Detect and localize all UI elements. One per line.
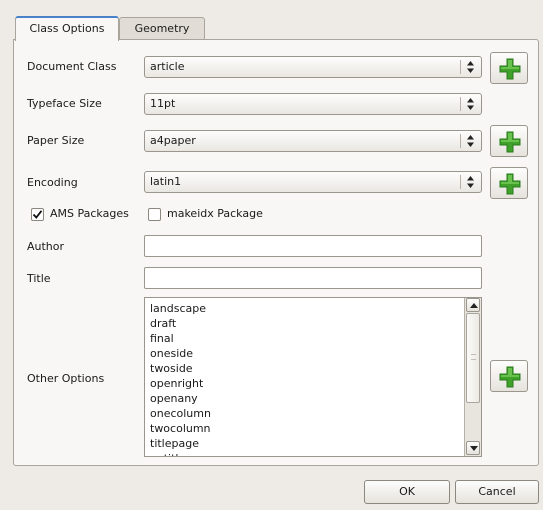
updown-arrows-icon bbox=[466, 61, 475, 73]
encoding-combo[interactable]: latin1 bbox=[144, 171, 482, 193]
updown-arrows-icon bbox=[466, 176, 475, 188]
document-class-value: article bbox=[150, 60, 185, 73]
list-item[interactable]: landscape bbox=[150, 301, 213, 316]
list-item[interactable]: draft bbox=[150, 316, 213, 331]
add-other-option-button[interactable] bbox=[490, 360, 528, 392]
makeidx-package-label: makeidx Package bbox=[167, 207, 263, 220]
add-encoding-button[interactable] bbox=[490, 167, 528, 199]
scroll-down-button[interactable] bbox=[466, 441, 480, 455]
ok-button[interactable]: OK bbox=[364, 480, 450, 504]
plus-icon bbox=[499, 58, 521, 80]
list-item[interactable]: onecolumn bbox=[150, 406, 213, 421]
arrow-down-icon bbox=[470, 446, 478, 451]
scrollbar-thumb[interactable] bbox=[466, 313, 480, 403]
ams-packages-label: AMS Packages bbox=[50, 207, 129, 220]
tab-geometry[interactable]: Geometry bbox=[119, 17, 205, 40]
list-item[interactable]: titlepage bbox=[150, 436, 213, 451]
author-field[interactable] bbox=[144, 235, 482, 257]
list-item[interactable]: notitlepage bbox=[150, 451, 213, 456]
cancel-button[interactable]: Cancel bbox=[455, 480, 539, 504]
plus-icon bbox=[499, 366, 521, 388]
updown-arrows-icon bbox=[466, 135, 475, 147]
list-item[interactable]: twoside bbox=[150, 361, 213, 376]
plus-icon bbox=[499, 173, 521, 195]
document-class-label: Document Class bbox=[27, 60, 117, 73]
list-item[interactable]: final bbox=[150, 331, 213, 346]
other-options-list[interactable]: landscape draft final oneside twoside op… bbox=[144, 297, 482, 457]
scroll-up-button[interactable] bbox=[466, 298, 480, 312]
typeface-size-combo[interactable]: 11pt bbox=[144, 93, 482, 115]
checkbox-box bbox=[148, 208, 161, 221]
paper-size-value: a4paper bbox=[150, 134, 196, 147]
typeface-size-label: Typeface Size bbox=[27, 97, 102, 110]
checkbox-box bbox=[31, 208, 44, 221]
encoding-value: latin1 bbox=[150, 175, 182, 188]
checkmark-icon bbox=[32, 210, 43, 219]
list-item[interactable]: twocolumn bbox=[150, 421, 213, 436]
title-label: Title bbox=[27, 272, 51, 285]
arrow-up-icon bbox=[470, 303, 478, 308]
list-item[interactable]: oneside bbox=[150, 346, 213, 361]
other-options-label: Other Options bbox=[27, 372, 105, 385]
add-paper-size-button[interactable] bbox=[490, 125, 528, 157]
typeface-size-value: 11pt bbox=[150, 97, 176, 110]
encoding-label: Encoding bbox=[27, 176, 78, 189]
vertical-scrollbar[interactable] bbox=[464, 298, 481, 456]
document-class-combo[interactable]: article bbox=[144, 56, 482, 78]
list-item[interactable]: openright bbox=[150, 376, 213, 391]
title-field[interactable] bbox=[144, 267, 482, 289]
updown-arrows-icon bbox=[466, 98, 475, 110]
paper-size-combo[interactable]: a4paper bbox=[144, 130, 482, 152]
list-item[interactable]: openany bbox=[150, 391, 213, 406]
author-label: Author bbox=[27, 240, 65, 253]
add-document-class-button[interactable] bbox=[490, 52, 528, 84]
plus-icon bbox=[499, 131, 521, 153]
paper-size-label: Paper Size bbox=[27, 134, 85, 147]
tab-class-options[interactable]: Class Options bbox=[15, 16, 119, 41]
